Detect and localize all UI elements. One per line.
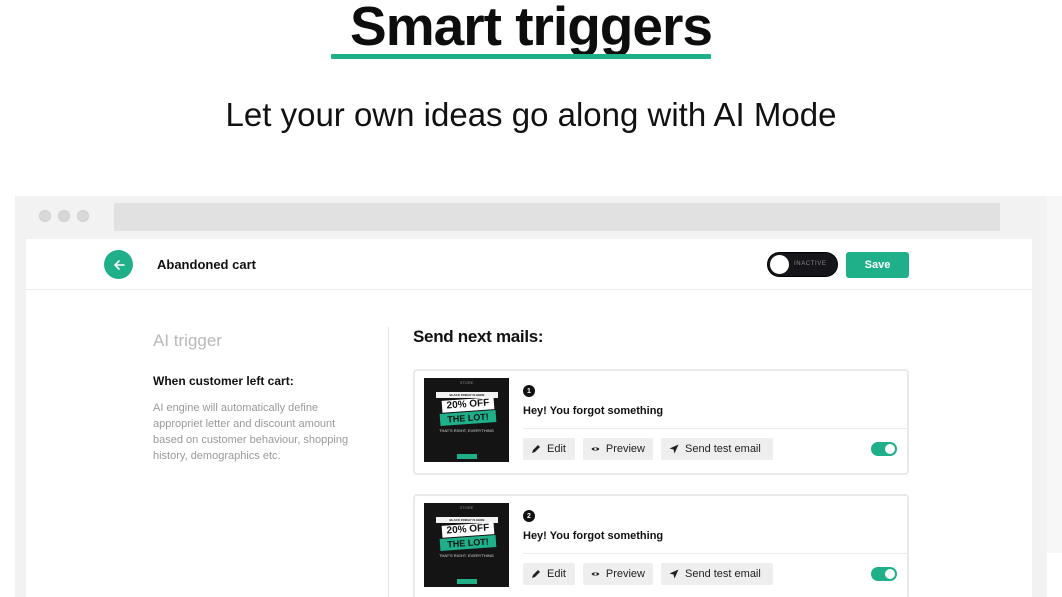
toggle-knob	[885, 569, 895, 579]
pencil-icon	[532, 445, 540, 453]
send-icon	[669, 444, 679, 454]
edit-button[interactable]: Edit	[523, 438, 575, 460]
column-divider	[388, 327, 389, 597]
send-test-label: Send test email	[685, 568, 761, 580]
eye-icon	[591, 572, 600, 576]
thumb-store: STORE	[459, 505, 474, 510]
thumb-text: THAT'S RIGHT, EVERYTHING	[439, 553, 494, 558]
top-bar: Abandoned cart INACTIVE Save	[26, 239, 1032, 290]
browser-window: Abandoned cart INACTIVE Save AI trigger …	[15, 196, 1047, 597]
mail-number-badge: 2	[523, 510, 535, 522]
edit-label: Edit	[547, 443, 566, 455]
status-toggle[interactable]: INACTIVE	[767, 252, 838, 277]
hero-underline	[331, 54, 711, 59]
send-icon	[669, 569, 679, 579]
window-controls	[39, 210, 89, 222]
toggle-knob	[885, 444, 895, 454]
page-title: Abandoned cart	[157, 257, 256, 272]
mail-number-badge: 1	[523, 385, 535, 397]
send-test-button[interactable]: Send test email	[661, 438, 773, 460]
ai-trigger-label: AI trigger	[153, 331, 222, 350]
hero-title: Smart triggers	[350, 0, 713, 57]
thumb-store: STORE	[459, 380, 474, 385]
send-test-label: Send test email	[685, 443, 761, 455]
preview-label: Preview	[605, 568, 645, 580]
mail-card: STORE BLACK FRIDAY IS HERE 20% OFF THE L…	[413, 494, 909, 597]
email-thumbnail[interactable]: STORE BLACK FRIDAY IS HERE 20% OFF THE L…	[424, 378, 509, 462]
send-test-button[interactable]: Send test email	[661, 563, 773, 585]
edit-button[interactable]: Edit	[523, 563, 575, 585]
thumb-cta	[457, 454, 477, 459]
window-dot-close[interactable]	[39, 210, 51, 222]
preview-button[interactable]: Preview	[583, 438, 653, 460]
mail-subject: Hey! You forgot something	[523, 530, 664, 542]
toggle-knob	[770, 255, 789, 274]
preview-label: Preview	[605, 443, 645, 455]
hero-subtitle: Let your own ideas go along with AI Mode	[225, 96, 837, 133]
preview-button[interactable]: Preview	[583, 563, 653, 585]
edit-label: Edit	[547, 568, 566, 580]
back-button[interactable]	[104, 250, 133, 279]
thumb-text: THAT'S RIGHT, EVERYTHING	[439, 428, 494, 433]
arrow-left-icon	[113, 259, 125, 270]
window-dot-maximize[interactable]	[77, 210, 89, 222]
send-mails-heading: Send next mails:	[413, 327, 544, 346]
thumb-lot: THE LOT!	[439, 535, 497, 551]
trigger-condition: When customer left cart:	[153, 374, 294, 388]
mail-subject: Hey! You forgot something	[523, 405, 664, 417]
mail-enabled-toggle[interactable]	[871, 567, 897, 581]
mail-enabled-toggle[interactable]	[871, 442, 897, 456]
window-dot-minimize[interactable]	[58, 210, 70, 222]
trigger-description: AI engine will automatically define appr…	[153, 402, 349, 462]
address-bar[interactable]	[114, 203, 1000, 231]
thumb-cta	[457, 579, 477, 584]
card-divider	[523, 553, 909, 554]
app-page: Abandoned cart INACTIVE Save AI trigger …	[26, 239, 1032, 597]
pencil-icon	[532, 570, 540, 578]
mail-card: STORE BLACK FRIDAY IS HERE 20% OFF THE L…	[413, 369, 909, 475]
card-divider	[523, 428, 909, 429]
right-edge	[1047, 196, 1062, 553]
save-button[interactable]: Save	[846, 252, 909, 278]
thumb-lot: THE LOT!	[439, 410, 497, 426]
email-thumbnail[interactable]: STORE BLACK FRIDAY IS HERE 20% OFF THE L…	[424, 503, 509, 587]
eye-icon	[591, 447, 600, 451]
status-toggle-label: INACTIVE	[794, 261, 827, 267]
